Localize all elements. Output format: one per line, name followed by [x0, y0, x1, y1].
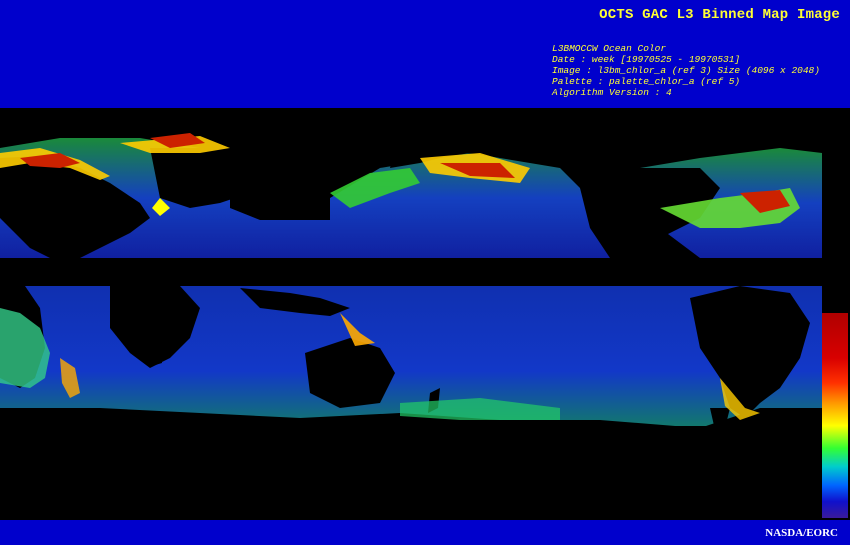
credit-label: NASDA/EORC	[765, 527, 838, 539]
map-title: OCTS GAC L3 Binned Map Image	[599, 7, 840, 23]
map-image	[0, 128, 822, 520]
meta-line-product: L3BMOCCW Ocean Color	[552, 43, 667, 54]
chlorophyll-map	[0, 108, 850, 520]
meta-line-algorithm: Algorithm Version : 4	[552, 87, 672, 98]
metadata-block: L3BMOCCW Ocean Color Date : week [1997052…	[552, 43, 820, 98]
meta-line-image: Image : l3bm_chlor_a (ref 3) Size (4096 …	[552, 65, 820, 76]
header-bar: OCTS GAC L3 Binned Map Image L3BMOCCW Oc…	[0, 0, 850, 108]
meta-line-date: Date : week [19970525 - 19970531]	[552, 54, 741, 65]
footer-bar: NASDA/EORC	[0, 520, 850, 545]
chlorophyll-color-scale	[822, 313, 848, 518]
meta-line-palette: Palette : palette_chlor_a (ref 5)	[552, 76, 741, 87]
orbit-gap	[0, 258, 822, 286]
